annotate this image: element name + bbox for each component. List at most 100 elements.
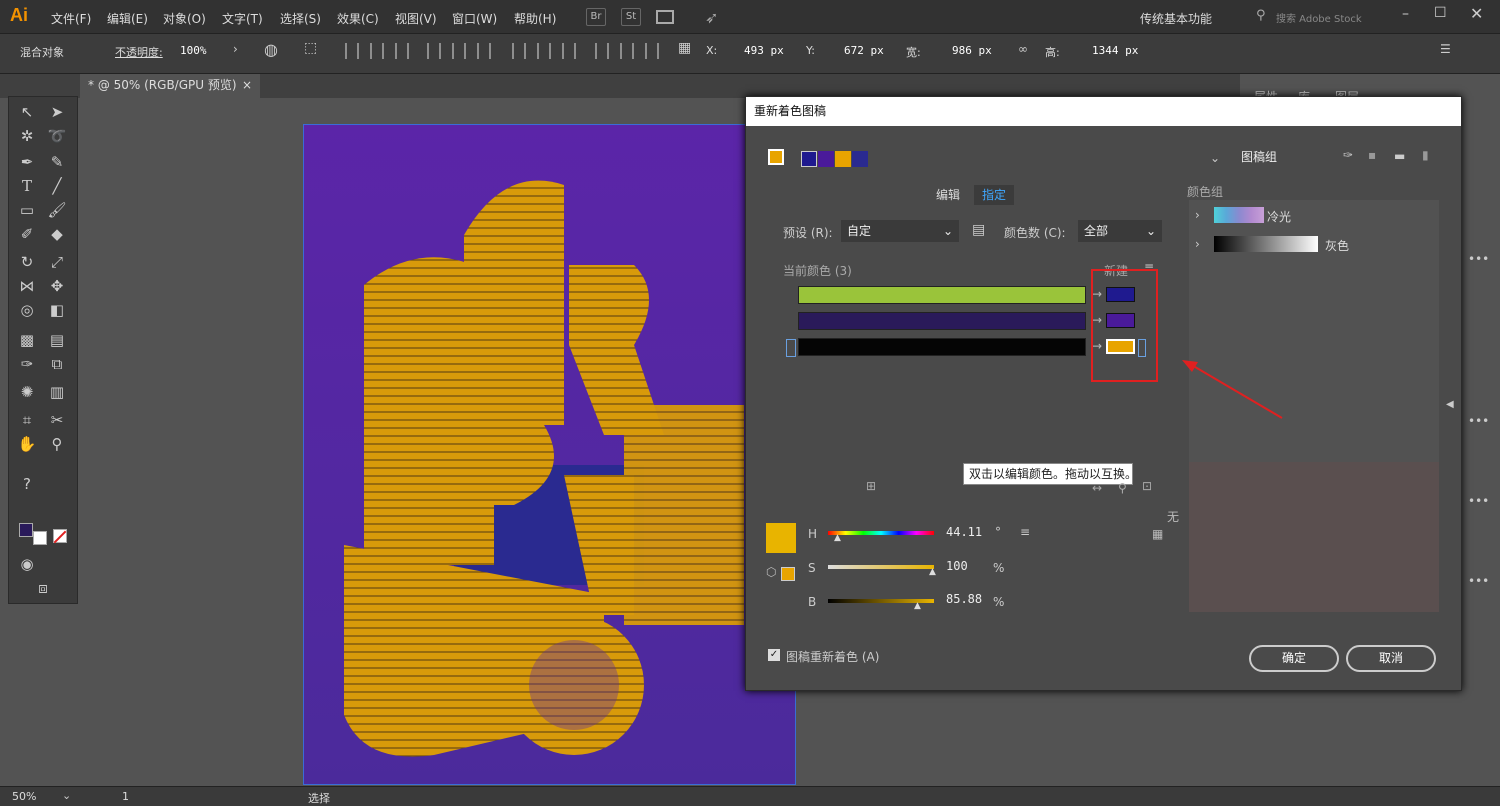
stock-search-input[interactable]: 搜索 Adobe Stock [1276, 10, 1362, 25]
shaper-tool-icon[interactable]: ✐ [15, 223, 39, 245]
add-row-icon[interactable]: ⊡ [1142, 479, 1152, 493]
color-group-row[interactable]: › 灰色 [1189, 233, 1439, 259]
distribute-left-icon[interactable] [595, 43, 609, 59]
close-tab-icon[interactable]: × [242, 74, 252, 96]
panel-options-icon[interactable]: ☰ [1440, 42, 1451, 56]
row-handle-icon[interactable] [786, 339, 796, 357]
slice-tool-icon[interactable]: ✂ [45, 409, 69, 431]
harmony-swatch[interactable] [835, 151, 851, 167]
menu-file[interactable]: 文件(F) [51, 10, 91, 27]
align-middle-v-icon[interactable] [452, 43, 466, 59]
minimize-button[interactable]: – [1402, 6, 1409, 22]
graph-tool-icon[interactable]: ▥ [45, 381, 69, 403]
b-value-field[interactable]: 85.88 [946, 592, 982, 606]
symbol-sprayer-tool-icon[interactable]: ✺ [15, 381, 39, 403]
current-color-bar-1[interactable] [798, 286, 1086, 304]
more-options-icon[interactable]: ••• [1468, 494, 1489, 508]
eraser-tool-icon[interactable]: ◆ [45, 223, 69, 245]
distribute-bottom-icon[interactable] [562, 43, 576, 59]
color-group-row[interactable]: › 冷光 [1189, 204, 1439, 230]
chevron-right-icon[interactable]: › [233, 42, 238, 56]
align-center-h-icon[interactable] [370, 43, 384, 59]
artboard-tool-icon[interactable]: ⌗ [15, 409, 39, 431]
globe-icon[interactable]: ◍ [264, 40, 278, 59]
current-color-bar-3[interactable] [798, 338, 1086, 356]
zoom-level[interactable]: 50% [12, 790, 36, 803]
align-top-icon[interactable] [427, 43, 441, 59]
width-tool-icon[interactable]: ⋈ [15, 275, 39, 297]
preset-options-icon[interactable]: ▤ [972, 222, 985, 238]
more-options-icon[interactable]: ••• [1468, 414, 1489, 428]
delete-icon[interactable]: ▮ [1422, 148, 1429, 162]
none-swatch[interactable] [53, 529, 67, 544]
menu-view[interactable]: 视图(V) [395, 10, 437, 27]
curvature-tool-icon[interactable]: ✎ [45, 151, 69, 173]
menu-select[interactable]: 选择(S) [280, 10, 321, 27]
lasso-tool-icon[interactable]: ➰ [45, 125, 69, 147]
tab-assign[interactable]: 指定 [974, 185, 1015, 205]
current-color-bar-2[interactable] [798, 312, 1086, 330]
menu-edit[interactable]: 编辑(E) [107, 10, 148, 27]
chevron-right-icon[interactable]: › [1195, 237, 1200, 251]
zoom-tool-icon[interactable]: ⚲ [45, 433, 69, 455]
height-field[interactable]: 1344 px [1092, 44, 1138, 57]
link-icon[interactable]: ∞ [1018, 42, 1028, 56]
paintbrush-tool-icon[interactable]: 🖌 [45, 199, 69, 221]
mesh-tool-icon[interactable]: ▩ [15, 329, 39, 351]
stock-button[interactable]: St [621, 8, 641, 26]
collapse-panel-icon[interactable]: ◀ [1446, 399, 1454, 410]
hue-slider-thumb[interactable]: ▲ [834, 533, 841, 543]
more-options-icon[interactable]: ••• [1468, 574, 1489, 588]
blend-tool-icon[interactable]: ⧉ [45, 353, 69, 375]
hand-tool-icon[interactable]: ✋ [15, 433, 39, 455]
screen-mode-icon[interactable]: ⧈ [31, 577, 55, 599]
help-icon[interactable]: ? [15, 473, 39, 495]
color-mode-icon[interactable]: ▦ [1152, 527, 1163, 541]
ok-button[interactable]: 确定 [1249, 645, 1339, 672]
fill-swatch[interactable] [19, 523, 33, 537]
workspace-switcher[interactable]: 传统基本功能 [1140, 10, 1212, 27]
rotate-tool-icon[interactable]: ↻ [15, 251, 39, 273]
shape-builder-tool-icon[interactable]: ◎ [15, 299, 39, 321]
s-value-field[interactable]: 100 [946, 559, 968, 573]
h-value-field[interactable]: 44.11 [946, 525, 982, 539]
menu-object[interactable]: 对象(O) [163, 10, 206, 27]
perspective-grid-tool-icon[interactable]: ◧ [45, 299, 69, 321]
distribute-right-icon[interactable] [645, 43, 659, 59]
save-group-icon[interactable]: ▪ [1368, 148, 1376, 162]
menu-effect[interactable]: 效果(C) [337, 10, 379, 27]
active-color-swatch[interactable] [768, 149, 784, 165]
transform-grid-icon[interactable]: ▦ [678, 40, 691, 56]
color-group-swatches[interactable] [1214, 236, 1318, 252]
color-group-swatches[interactable] [1214, 207, 1264, 223]
opacity-field[interactable]: 100% [180, 44, 207, 57]
pen-tool-icon[interactable]: ✒ [15, 151, 39, 173]
selection-tool-icon[interactable]: ↖ [15, 101, 39, 123]
more-options-icon[interactable]: ••• [1468, 252, 1489, 266]
tab-edit[interactable]: 编辑 [928, 185, 968, 205]
x-field[interactable]: 493 px [744, 44, 784, 57]
menu-window[interactable]: 窗口(W) [452, 10, 497, 27]
align-left-icon[interactable] [345, 43, 359, 59]
arrange-documents-icon[interactable] [656, 10, 674, 24]
artboard-number[interactable]: 1 [122, 790, 129, 803]
eyedropper-tool-icon[interactable]: ✑ [15, 353, 39, 375]
hue-slider[interactable] [828, 531, 934, 535]
select-similar-icon[interactable]: ⬚ [304, 40, 317, 56]
distribute-top-icon[interactable] [512, 43, 526, 59]
harmony-swatch[interactable] [818, 151, 834, 167]
width-field[interactable]: 986 px [952, 44, 992, 57]
find-icon[interactable]: ⚲ [1118, 481, 1127, 495]
random-order-icon[interactable]: ↔ [1092, 481, 1102, 495]
recolor-checkbox[interactable]: ✓ [768, 649, 780, 661]
color-mode-menu-icon[interactable]: ≡ [1020, 525, 1030, 539]
folder-icon[interactable]: ▬ [1394, 149, 1405, 163]
bridge-button[interactable]: Br [586, 8, 606, 26]
opacity-label[interactable]: 不透明度: [115, 44, 163, 60]
cancel-button[interactable]: 取消 [1346, 645, 1436, 672]
direct-selection-tool-icon[interactable]: ➤ [45, 101, 69, 123]
rocket-icon[interactable]: ➶ [705, 8, 718, 27]
y-field[interactable]: 672 px [844, 44, 884, 57]
menu-help[interactable]: 帮助(H) [514, 10, 556, 27]
out-of-gamut-swatch[interactable] [781, 567, 795, 581]
